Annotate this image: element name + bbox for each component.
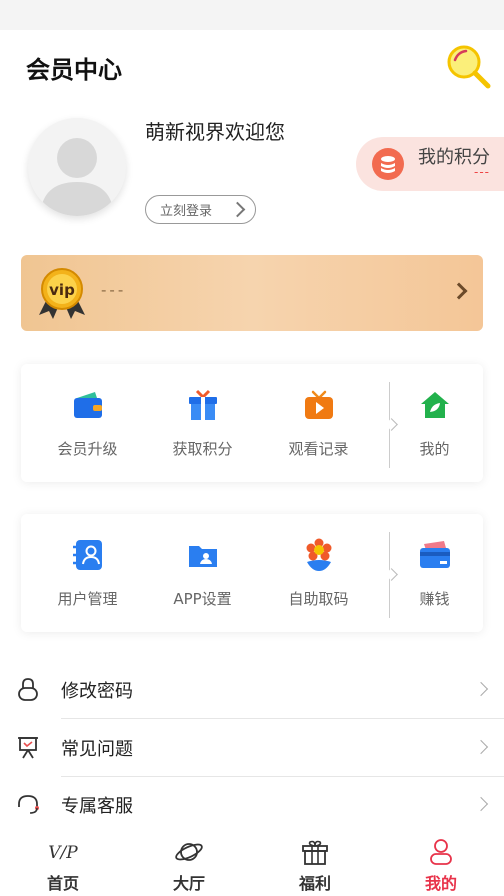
grid-item-mine[interactable]: 我的 — [377, 364, 492, 482]
tab-hall[interactable]: 大厅 — [126, 828, 252, 896]
board-icon — [16, 735, 40, 759]
chevron-right-icon — [229, 201, 246, 218]
planet-icon — [174, 838, 204, 866]
grid-item-app-settings[interactable]: APP设置 — [145, 514, 260, 632]
tab-label: 大厅 — [172, 874, 205, 893]
grid-item-earn-money[interactable]: 赚钱 — [377, 514, 492, 632]
grid-item-member-upgrade[interactable]: 会员升级 — [30, 364, 145, 482]
tab-home[interactable]: V/P 首页 — [0, 828, 126, 896]
gift-box-icon — [300, 838, 330, 866]
menu-item-label: 常见问题 — [61, 739, 133, 760]
my-points-button[interactable]: 我的积分 --- — [356, 137, 504, 191]
wallet-icon — [71, 388, 105, 422]
chevron-right-icon — [473, 681, 489, 697]
home-icon — [418, 388, 452, 422]
chevron-right-icon — [473, 796, 489, 812]
grid-item-label: 我的 — [419, 440, 450, 458]
tab-label: 首页 — [46, 874, 79, 893]
avatar[interactable] — [28, 118, 126, 216]
folder-icon — [186, 538, 220, 572]
tab-mine[interactable]: 我的 — [378, 828, 504, 896]
flower-icon — [302, 538, 336, 572]
menu-item-label: 专属客服 — [61, 796, 133, 817]
avatar-placeholder-icon — [28, 118, 126, 216]
search-icon — [447, 45, 491, 89]
menu-item-faq[interactable]: 常见问题 — [0, 719, 504, 776]
grid-item-label: APP设置 — [173, 590, 232, 608]
headset-icon — [16, 792, 40, 816]
login-button-label: 立刻登录 — [160, 204, 213, 219]
menu-item-label: 修改密码 — [61, 681, 133, 702]
menu-item-change-password[interactable]: 修改密码 — [0, 661, 504, 718]
tab-label: 福利 — [298, 874, 331, 893]
svg-text:V/P: V/P — [48, 843, 78, 863]
grid-item-label: 会员升级 — [57, 440, 118, 458]
chevron-right-icon — [473, 739, 489, 755]
grid-item-label: 观看记录 — [288, 440, 349, 458]
grid-item-label: 用户管理 — [57, 590, 118, 608]
points-value: --- — [474, 165, 490, 179]
bottom-tab-bar: V/P 首页 大厅 福利 我的 — [0, 828, 504, 896]
status-bar — [0, 0, 504, 30]
login-button[interactable]: 立刻登录 — [145, 195, 256, 224]
search-button[interactable] — [444, 42, 492, 90]
vip-logo-icon: V/P — [48, 838, 78, 866]
vip-status-text: --- — [101, 281, 127, 299]
grid-item-watch-history[interactable]: 观看记录 — [261, 364, 376, 482]
svg-text:vip: vip — [49, 281, 75, 299]
feature-grid-1: 会员升级 获取积分 观看记录 我的 — [21, 364, 483, 482]
grid-item-label: 自助取码 — [288, 590, 349, 608]
grid-item-label: 赚钱 — [419, 590, 450, 608]
coin-stack-icon — [372, 148, 404, 180]
tab-welfare[interactable]: 福利 — [252, 828, 378, 896]
gift-icon — [186, 388, 220, 422]
person-icon — [426, 838, 456, 866]
grid-item-get-points[interactable]: 获取积分 — [145, 364, 260, 482]
contacts-icon — [71, 538, 105, 572]
page-title: 会员中心 — [26, 56, 122, 84]
grid-item-self-service-code[interactable]: 自助取码 — [261, 514, 376, 632]
tab-label: 我的 — [424, 874, 457, 893]
welcome-text: 萌新视界欢迎您 — [145, 120, 285, 144]
feature-grid-2: 用户管理 APP设置 自助取码 赚钱 — [21, 514, 483, 632]
vip-badge-icon: vip — [37, 267, 87, 319]
grid-item-label: 获取积分 — [172, 440, 233, 458]
vip-banner[interactable]: vip --- — [21, 255, 483, 331]
card-icon — [418, 538, 452, 572]
chevron-right-icon — [450, 282, 468, 300]
lock-icon — [16, 677, 40, 701]
menu-item-customer-service[interactable]: 专属客服 — [0, 776, 504, 833]
tv-icon — [302, 388, 336, 422]
grid-item-user-management[interactable]: 用户管理 — [30, 514, 145, 632]
